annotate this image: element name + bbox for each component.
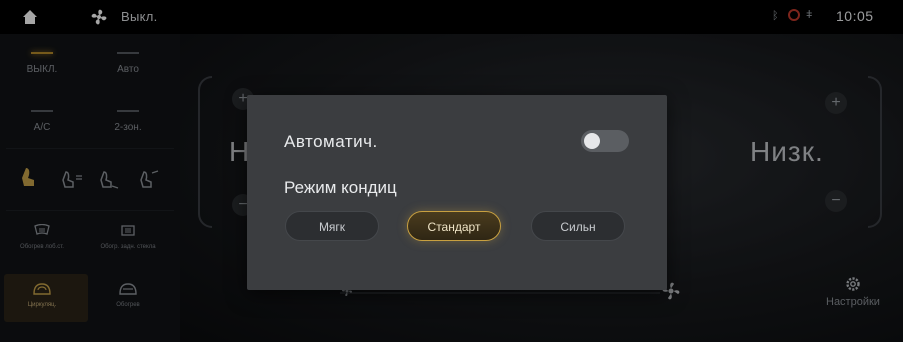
auto-mode-label: Автоматич. <box>284 132 378 151</box>
ac-mode-dialog: Автоматич. Режим кондиц Мягк Стандарт Си… <box>247 95 667 290</box>
ac-mode-title: Режим кондиц <box>284 178 397 197</box>
mode-soft-button[interactable]: Мягк <box>285 211 379 241</box>
toggle-knob <box>584 133 600 149</box>
mode-strong-button[interactable]: Сильн <box>531 211 625 241</box>
auto-mode-toggle[interactable] <box>581 130 629 152</box>
mode-standard-button[interactable]: Стандарт <box>407 211 501 241</box>
